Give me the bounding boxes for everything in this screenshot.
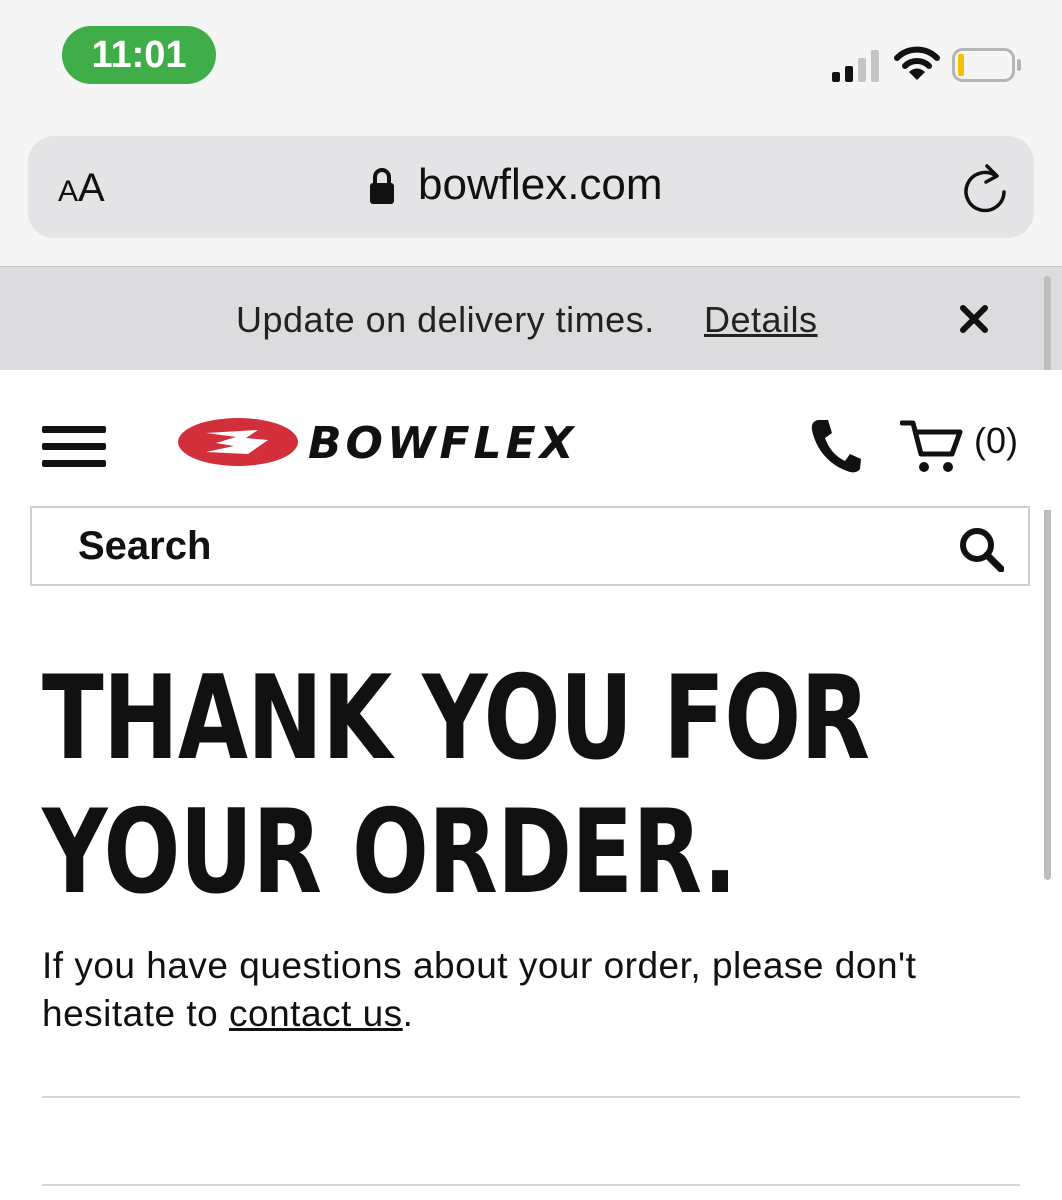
status-time: 11:01 [62, 26, 216, 84]
order-message-text: If you have questions about your order, … [42, 945, 917, 1034]
order-message: If you have questions about your order, … [42, 942, 1032, 1038]
bowflex-logo-mark[interactable] [176, 416, 300, 468]
page-title: THANK YOU FOR YOUR ORDER. [42, 651, 870, 920]
battery-icon [952, 48, 1021, 82]
url-domain[interactable]: bowflex.com [418, 160, 663, 210]
menu-icon[interactable] [42, 426, 106, 468]
lock-icon [370, 168, 394, 204]
phone-icon[interactable] [808, 416, 862, 474]
order-message-suffix: . [402, 993, 414, 1034]
site-header: BOWFLEX (0) [0, 370, 1062, 510]
search-placeholder: Search [78, 524, 212, 568]
divider [42, 1184, 1020, 1186]
text-size-button[interactable]: AA [58, 166, 105, 211]
notice-details-link[interactable]: Details [704, 299, 818, 341]
brand-wordmark[interactable]: BOWFLEX [308, 418, 578, 469]
reload-icon[interactable] [962, 162, 1010, 214]
cart-icon[interactable] [900, 418, 966, 474]
status-bar: 11:01 [0, 0, 1062, 120]
wifi-icon [894, 46, 940, 80]
browser-toolbar: AA bowflex.com [0, 120, 1062, 266]
notice-text: Update on delivery times. [236, 299, 655, 340]
search-icon[interactable] [958, 526, 1004, 572]
cellular-signal-icon [832, 50, 879, 82]
address-bar[interactable]: AA bowflex.com [28, 136, 1034, 238]
contact-us-link[interactable]: contact us [229, 993, 403, 1034]
search-input[interactable]: Search [30, 506, 1030, 586]
close-icon[interactable] [958, 303, 990, 335]
cart-count[interactable]: (0) [974, 420, 1018, 462]
divider [42, 1096, 1020, 1098]
delivery-notice-banner: Update on delivery times. Details [0, 266, 1062, 371]
page-scrollbar[interactable] [1044, 276, 1051, 880]
